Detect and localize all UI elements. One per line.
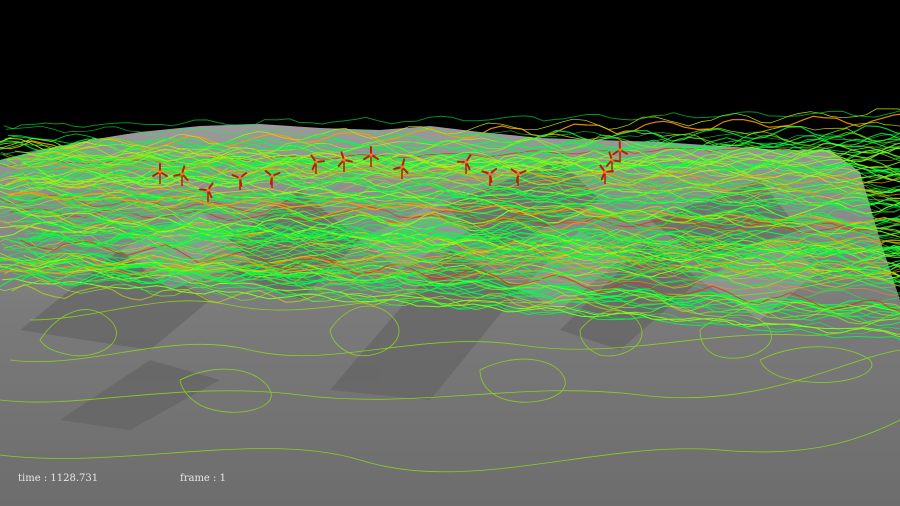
terrain-scene[interactable] (0, 0, 900, 506)
frame-readout: frame : 1 (180, 473, 226, 484)
time-readout: time : 1128.731 (18, 473, 99, 484)
time-label: time (18, 473, 41, 484)
frame-value: 1 (219, 473, 226, 484)
frame-label: frame (180, 473, 210, 484)
visualization-viewport[interactable]: time : 1128.731 frame : 1 (0, 0, 900, 506)
time-value: 1128.731 (50, 473, 99, 484)
